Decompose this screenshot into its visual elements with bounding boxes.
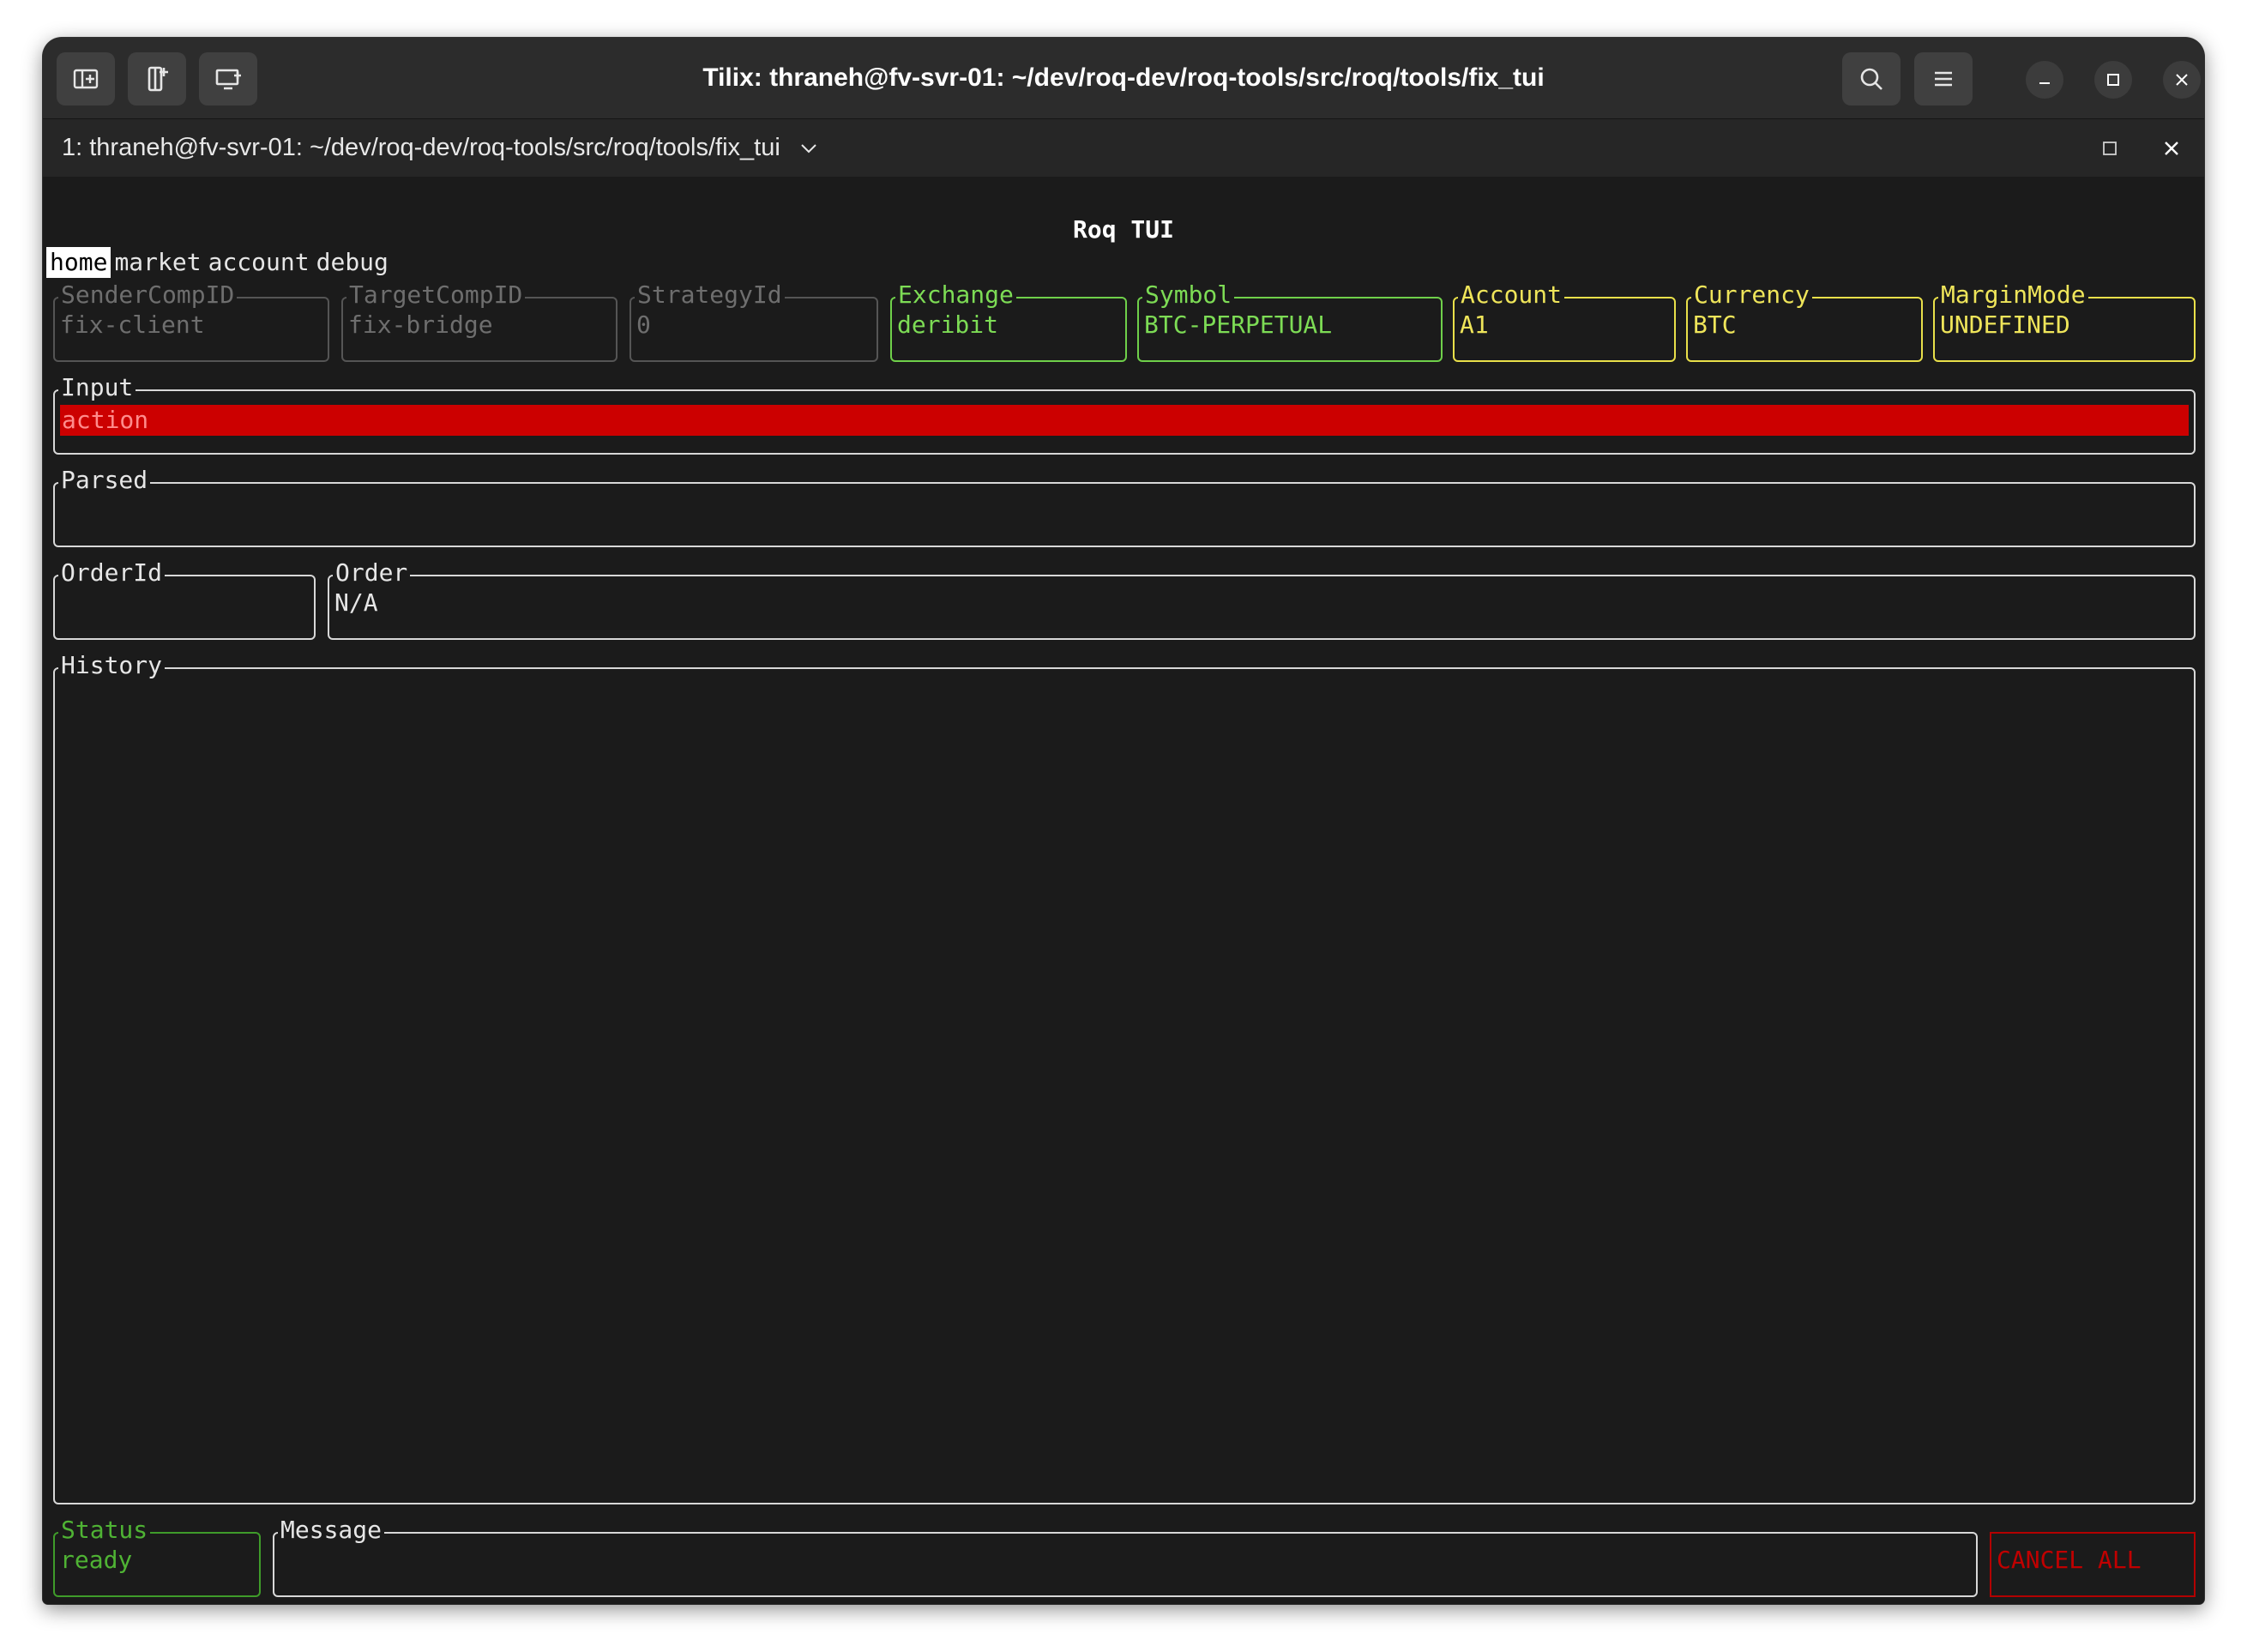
- sender-comp-id-panel: SenderCompID fix-client: [53, 280, 329, 362]
- symbol-label: Symbol: [1142, 280, 1235, 311]
- message-panel: Message: [273, 1515, 1978, 1597]
- input-panel[interactable]: Input action: [53, 372, 2196, 455]
- new-session-button[interactable]: [199, 52, 257, 106]
- search-icon: [1860, 68, 1883, 90]
- cancel-all-label: CANCEL ALL: [1997, 1546, 2142, 1574]
- tab-market[interactable]: market: [111, 247, 204, 278]
- currency-value: BTC: [1693, 311, 1737, 339]
- order-label: Order: [333, 558, 411, 588]
- menu-icon: [1935, 71, 1952, 87]
- session-tab-bar: 1: thraneh@fv-svr-01: ~/dev/roq-dev/roq-…: [43, 119, 2204, 177]
- symbol-value: BTC-PERPETUAL: [1144, 311, 1333, 339]
- margin-mode-label: MarginMode: [1938, 280, 2088, 311]
- close-button[interactable]: [2163, 61, 2201, 99]
- terminal-window: Tilix: thraneh@fv-svr-01: ~/dev/roq-dev/…: [43, 38, 2204, 1604]
- history-panel: History: [53, 650, 2196, 1504]
- exchange-panel: Exchange deribit: [890, 280, 1127, 362]
- input-field[interactable]: action: [60, 405, 2189, 436]
- target-comp-id-panel: TargetCompID fix-bridge: [341, 280, 617, 362]
- symbol-panel: Symbol BTC-PERPETUAL: [1137, 280, 1443, 362]
- strategy-id-label: StrategyId: [635, 280, 785, 311]
- window-title: Tilix: thraneh@fv-svr-01: ~/dev/roq-dev/…: [702, 63, 1545, 92]
- exchange-label: Exchange: [895, 280, 1016, 311]
- session-title[interactable]: 1: thraneh@fv-svr-01: ~/dev/roq-dev/roq-…: [62, 119, 818, 177]
- account-panel: Account A1: [1453, 280, 1676, 362]
- tab-home[interactable]: home: [46, 247, 111, 278]
- target-comp-id-value: fix-bridge: [348, 311, 493, 339]
- close-terminal-button[interactable]: [2160, 136, 2184, 160]
- sender-comp-id-label: SenderCompID: [58, 280, 238, 311]
- tab-debug[interactable]: debug: [313, 247, 392, 278]
- add-terminal-down-button[interactable]: [128, 52, 186, 106]
- parsed-panel: Parsed: [53, 465, 2196, 547]
- message-label: Message: [278, 1515, 385, 1546]
- maximize-button[interactable]: [2094, 61, 2132, 99]
- maximize-icon: [2107, 74, 2119, 86]
- order-id-label: OrderId: [58, 558, 166, 588]
- cancel-all-button[interactable]: CANCEL ALL: [1990, 1532, 2196, 1597]
- order-value: N/A: [334, 588, 378, 617]
- terminal-area[interactable]: Roq TUI home market account debug SenderCom…: [43, 177, 2204, 1604]
- close-icon: [2176, 74, 2188, 86]
- maximize-terminal-icon: [2103, 142, 2117, 155]
- target-comp-id-label: TargetCompID: [346, 280, 526, 311]
- strategy-id-value: 0: [636, 311, 651, 339]
- order-panel: Order N/A: [328, 558, 2196, 640]
- search-button[interactable]: [1842, 52, 1901, 106]
- minimize-icon: [2039, 82, 2050, 84]
- history-label: History: [58, 650, 166, 681]
- status-value: ready: [60, 1546, 133, 1574]
- tab-account[interactable]: account: [205, 247, 313, 278]
- margin-mode-value: UNDEFINED: [1940, 311, 2070, 339]
- exchange-value: deribit: [897, 311, 999, 339]
- tui-tab-list: home market account debug: [46, 247, 392, 278]
- parsed-label: Parsed: [58, 465, 151, 496]
- status-panel: Status ready: [53, 1515, 261, 1597]
- currency-panel: Currency BTC: [1686, 280, 1923, 362]
- account-value: A1: [1460, 311, 1489, 339]
- add-terminal-down-icon: [148, 66, 168, 92]
- chevron-down-icon[interactable]: [799, 142, 818, 154]
- status-label: Status: [58, 1515, 151, 1546]
- tui-title: Roq TUI: [1072, 215, 1174, 244]
- maximize-terminal-button[interactable]: [2098, 136, 2122, 160]
- strategy-id-panel: StrategyId 0: [630, 280, 878, 362]
- new-session-icon: [215, 69, 241, 90]
- sender-comp-id-value: fix-client: [60, 311, 205, 339]
- account-label: Account: [1458, 280, 1565, 311]
- add-terminal-right-icon: [73, 69, 99, 89]
- session-title-label: 1: thraneh@fv-svr-01: ~/dev/roq-dev/roq-…: [62, 134, 780, 161]
- margin-mode-panel: MarginMode UNDEFINED: [1933, 280, 2196, 362]
- minimize-button[interactable]: [2026, 61, 2063, 99]
- close-terminal-icon: [2165, 142, 2178, 155]
- order-id-panel: OrderId: [53, 558, 316, 640]
- input-label: Input: [58, 372, 136, 403]
- menu-button[interactable]: [1914, 52, 1973, 106]
- header-bar: Tilix: thraneh@fv-svr-01: ~/dev/roq-dev/…: [43, 38, 2204, 119]
- currency-label: Currency: [1691, 280, 1812, 311]
- add-terminal-right-button[interactable]: [57, 52, 115, 106]
